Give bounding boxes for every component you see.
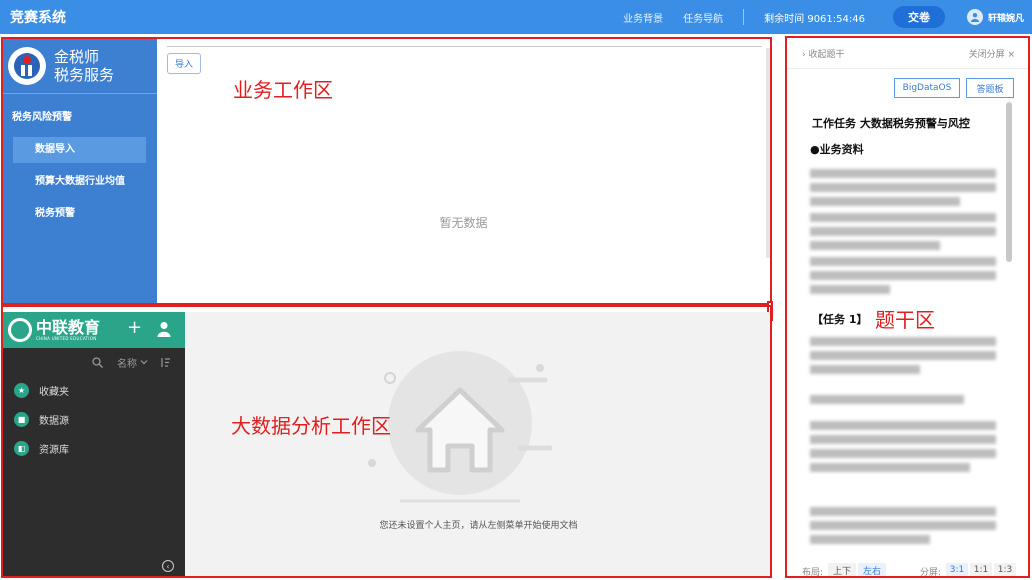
business-area-outline <box>1 37 772 305</box>
bigdata-area-outline <box>1 305 772 578</box>
question-area-label: 题干区 <box>875 308 935 332</box>
app-title: 竞赛系统 <box>10 10 66 26</box>
divider <box>743 9 745 25</box>
user-avatar-icon[interactable] <box>966 9 983 25</box>
nav-task-navigation[interactable]: 任务导航 <box>683 10 723 25</box>
nav-business-background[interactable]: 业务背景 <box>623 10 663 25</box>
business-area-label: 业务工作区 <box>233 78 333 102</box>
user-name[interactable]: 轩辕婉凡 <box>988 11 1024 24</box>
bigdata-area-label: 大数据分析工作区 <box>231 414 391 438</box>
remaining-time: 剩余时间 9061:54:46 <box>764 13 865 25</box>
submit-exam-button[interactable]: 交卷 <box>892 6 945 28</box>
top-bar: 竞赛系统 业务背景 任务导航 剩余时间 9061:54:46 交卷 轩辕婉凡 <box>0 0 1032 34</box>
